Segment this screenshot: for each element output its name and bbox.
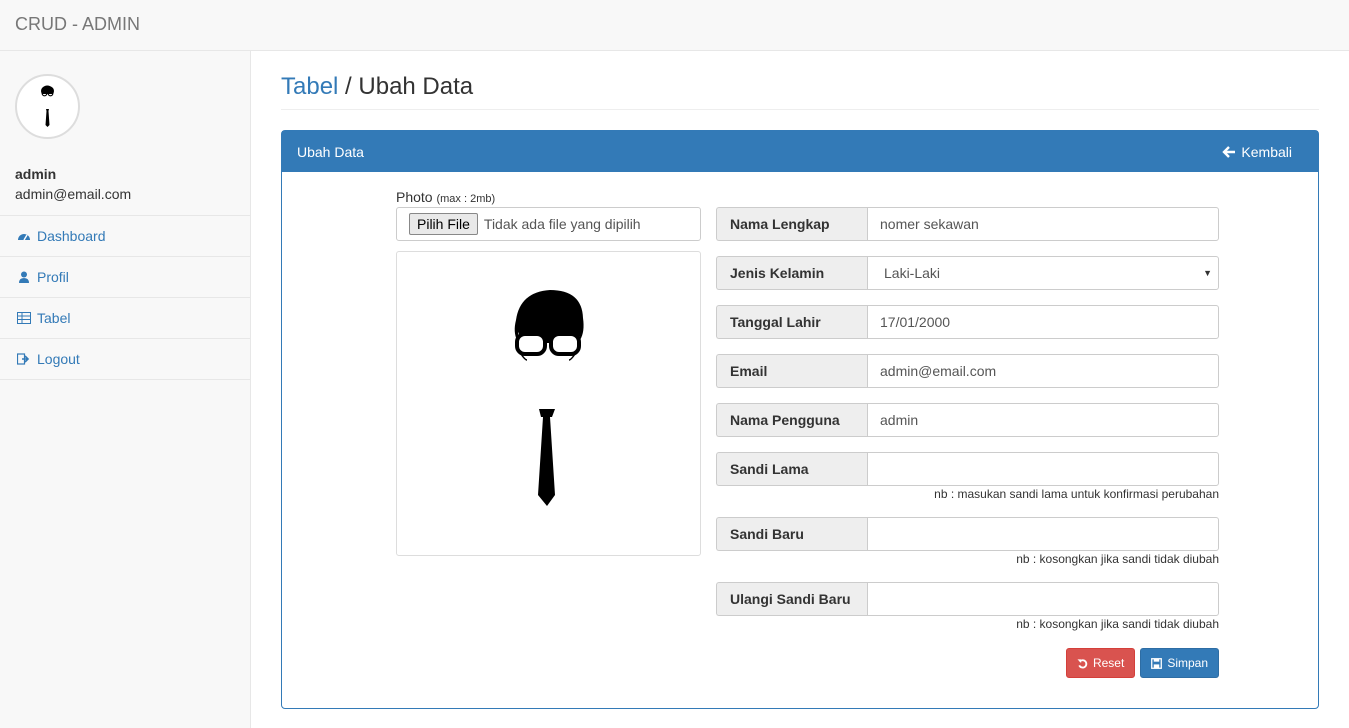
top-navbar: CRUD - ADMIN bbox=[0, 0, 1349, 51]
dashboard-icon bbox=[18, 234, 30, 241]
brand-title[interactable]: CRUD - ADMIN bbox=[15, 14, 140, 35]
save-button[interactable]: Simpan bbox=[1140, 648, 1219, 678]
user-icon bbox=[19, 271, 29, 283]
confirm-password-hint: nb : kosongkan jika sandi tidak diubah bbox=[1016, 617, 1219, 631]
photo-file-input[interactable]: Pilih File Tidak ada file yang dipilih bbox=[396, 207, 701, 241]
sidebar-item-logout[interactable]: Logout bbox=[0, 339, 250, 380]
confirm-password-input[interactable] bbox=[867, 582, 1219, 616]
sidebar: admin admin@email.com Dashboard Profil T… bbox=[0, 51, 251, 728]
new-password-hint: nb : kosongkan jika sandi tidak diubah bbox=[1016, 552, 1219, 566]
page-heading: Ubah Data bbox=[358, 73, 474, 100]
choose-file-button[interactable]: Pilih File bbox=[409, 213, 478, 235]
field-label: Nama Pengguna bbox=[716, 403, 867, 437]
field-nama-pengguna: Nama Pengguna admin bbox=[716, 403, 1219, 437]
sidebar-item-dashboard[interactable]: Dashboard bbox=[0, 216, 250, 257]
photo-size-hint: (max : 2mb) bbox=[436, 193, 496, 205]
back-label: Kembali bbox=[1241, 143, 1292, 160]
user-email: admin@email.com bbox=[15, 186, 132, 202]
page-title: Tabel / Ubah Data bbox=[281, 73, 1319, 110]
sidebar-item-label: Profil bbox=[37, 269, 69, 285]
field-tanggal-lahir: Tanggal Lahir 17/01/2000 bbox=[716, 305, 1219, 339]
hipster-avatar-icon bbox=[514, 290, 584, 506]
photo-preview bbox=[396, 251, 701, 556]
photo-label-text: Photo bbox=[396, 189, 433, 205]
sidebar-item-profil[interactable]: Profil bbox=[0, 257, 250, 298]
panel-title: Ubah Data bbox=[297, 143, 364, 160]
birth-date-input[interactable]: 17/01/2000 bbox=[867, 305, 1219, 339]
save-icon bbox=[1151, 657, 1163, 669]
field-label: Nama Lengkap bbox=[716, 207, 867, 241]
avatar bbox=[15, 74, 80, 139]
full-name-input[interactable]: nomer sekawan bbox=[867, 207, 1219, 241]
new-password-input[interactable] bbox=[867, 517, 1219, 551]
username-input[interactable]: admin bbox=[867, 403, 1219, 437]
field-label: Jenis Kelamin bbox=[716, 256, 867, 290]
field-email: Email admin@email.com bbox=[716, 354, 1219, 388]
hipster-avatar-icon bbox=[41, 85, 54, 127]
field-label: Sandi Lama bbox=[716, 452, 867, 486]
photo-label: Photo (max : 2mb) bbox=[396, 189, 495, 205]
arrow-left-icon bbox=[1222, 145, 1236, 158]
reset-button[interactable]: Reset bbox=[1065, 648, 1136, 678]
gender-selected-value: Laki-Laki bbox=[884, 265, 941, 281]
field-label: Tanggal Lahir bbox=[716, 305, 867, 339]
field-sandi-lama: Sandi Lama bbox=[716, 452, 1219, 486]
sidebar-nav: Dashboard Profil Tabel Logout bbox=[0, 215, 250, 380]
table-icon bbox=[17, 312, 31, 324]
sidebar-item-label: Tabel bbox=[37, 310, 71, 326]
save-label: Simpan bbox=[1167, 656, 1208, 670]
field-label: Ulangi Sandi Baru bbox=[716, 582, 867, 616]
field-label: Email bbox=[716, 354, 867, 388]
breadcrumb-link[interactable]: Tabel bbox=[281, 73, 338, 100]
field-label: Sandi Baru bbox=[716, 517, 867, 551]
old-password-input[interactable] bbox=[867, 452, 1219, 486]
breadcrumb-separator: / bbox=[338, 73, 359, 100]
sidebar-item-label: Logout bbox=[37, 351, 80, 367]
field-jenis-kelamin: Jenis Kelamin Laki-Laki ▼ bbox=[716, 256, 1219, 290]
sidebar-item-label: Dashboard bbox=[37, 228, 106, 244]
user-name: admin bbox=[15, 166, 57, 182]
email-input[interactable]: admin@email.com bbox=[867, 354, 1219, 388]
chevron-down-icon: ▼ bbox=[1203, 268, 1212, 278]
field-ulangi-sandi-baru: Ulangi Sandi Baru bbox=[716, 582, 1219, 616]
file-status: Tidak ada file yang dipilih bbox=[483, 216, 641, 232]
field-nama-lengkap: Nama Lengkap nomer sekawan bbox=[716, 207, 1219, 241]
sidebar-item-tabel[interactable]: Tabel bbox=[0, 298, 250, 339]
panel-heading: Ubah Data Kembali bbox=[282, 131, 1318, 172]
edit-panel: Ubah Data Kembali Photo (max : 2mb) Pili… bbox=[281, 130, 1319, 709]
form-actions: Reset Simpan bbox=[1065, 648, 1219, 678]
logout-icon bbox=[17, 353, 30, 365]
undo-icon bbox=[1077, 658, 1088, 668]
back-button[interactable]: Kembali bbox=[1222, 144, 1292, 160]
gender-select[interactable]: Laki-Laki ▼ bbox=[867, 256, 1219, 290]
field-sandi-baru: Sandi Baru bbox=[716, 517, 1219, 551]
reset-label: Reset bbox=[1092, 656, 1125, 670]
old-password-hint: nb : masukan sandi lama untuk konfirmasi… bbox=[934, 487, 1219, 501]
